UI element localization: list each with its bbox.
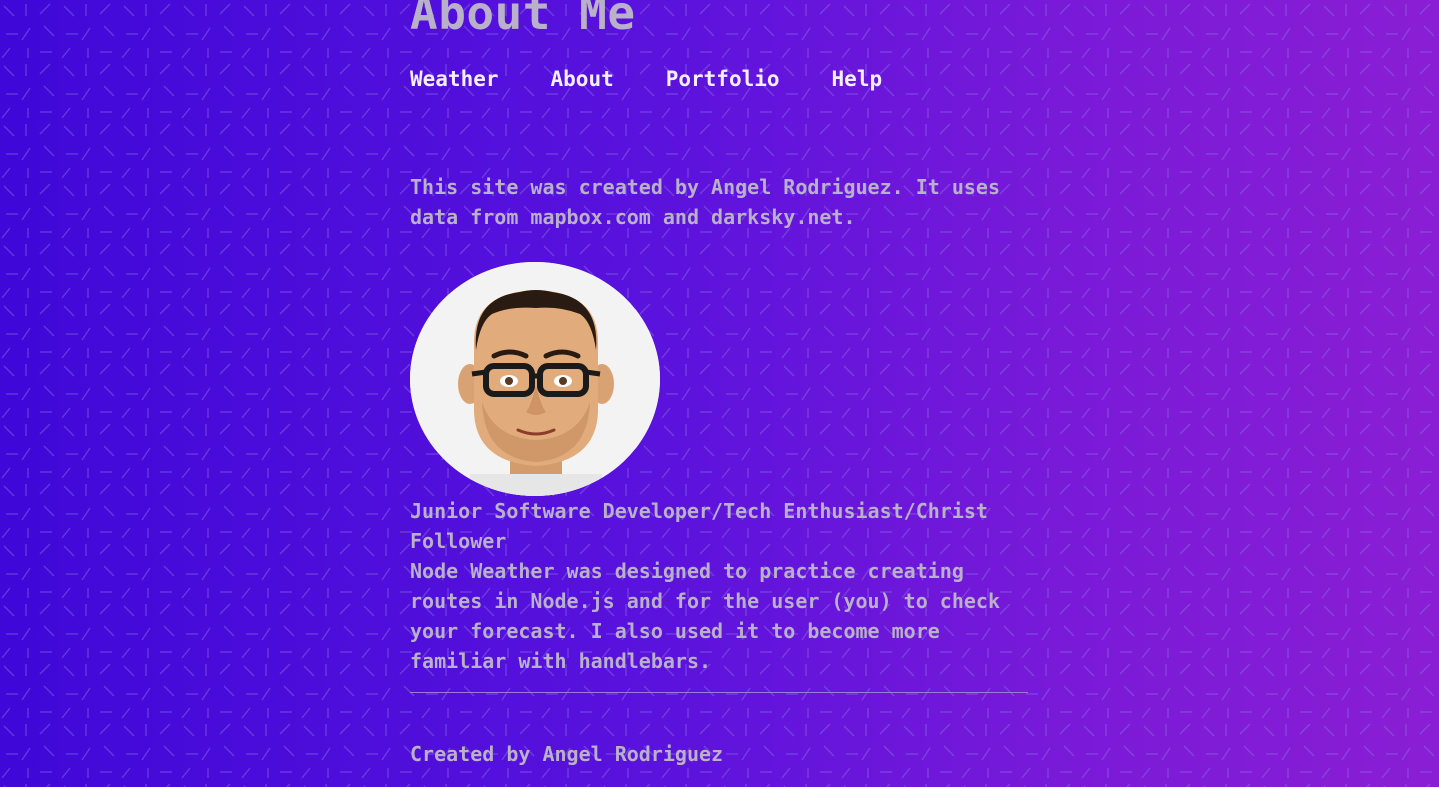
profile-avatar-image: [410, 262, 660, 496]
page-title: About Me: [410, 0, 636, 40]
intro-text: This site was created by Angel Rodriguez…: [410, 175, 1001, 229]
nav-link-weather[interactable]: Weather: [410, 64, 499, 94]
nav-link-portfolio[interactable]: Portfolio: [666, 64, 780, 94]
footer-divider: [410, 692, 1028, 693]
nav-link-about[interactable]: About: [551, 64, 614, 94]
footer-text: Created by Angel Rodriguez: [410, 742, 724, 766]
about-description: Node Weather was designed to practice cr…: [410, 559, 1001, 673]
main-nav: Weather About Portfolio Help: [410, 64, 882, 94]
nav-link-help[interactable]: Help: [832, 64, 883, 94]
tagline-text: Junior Software Developer/Tech Enthusias…: [410, 499, 988, 553]
